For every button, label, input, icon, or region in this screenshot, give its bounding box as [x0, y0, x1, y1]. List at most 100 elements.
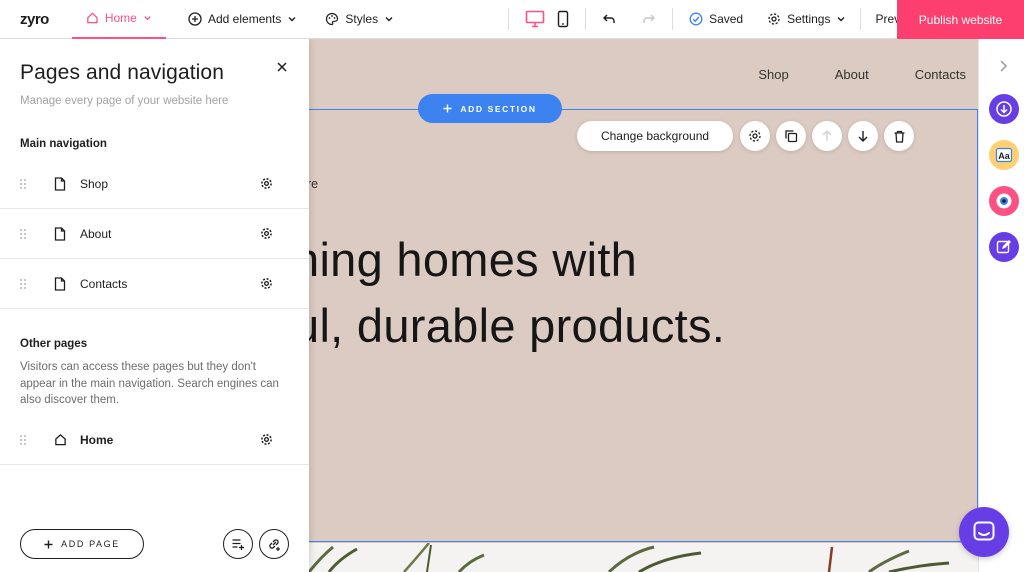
plus-icon — [44, 540, 53, 548]
nav-page-row-contacts[interactable]: Contacts — [0, 259, 309, 309]
drag-handle-icon[interactable] — [19, 434, 27, 446]
change-background-button[interactable]: Change background — [577, 121, 733, 151]
eyeball-icon — [996, 193, 1012, 209]
hero-eyebrow-text[interactable]: re — [309, 177, 318, 191]
arrow-up-icon — [822, 130, 832, 141]
delete-section-button[interactable] — [884, 121, 914, 151]
chevron-down-icon — [288, 17, 296, 22]
download-circle-icon[interactable] — [989, 94, 1019, 124]
pencil-square-icon — [996, 240, 1011, 254]
svg-text:Aa: Aa — [998, 151, 1010, 161]
pages-navigation-panel: Pages and navigation Manage every page o… — [0, 39, 309, 572]
chat-icon — [973, 521, 995, 541]
drag-handle-icon[interactable] — [19, 178, 27, 190]
home-page-dropdown[interactable]: Home — [72, 0, 166, 39]
add-page-label: ADD PAGE — [61, 539, 120, 549]
add-elements-button[interactable]: Add elements — [174, 0, 311, 39]
redo-icon[interactable] — [642, 12, 656, 26]
nav-page-row-about[interactable]: About — [0, 209, 309, 259]
drag-handle-icon[interactable] — [19, 278, 27, 290]
add-page-button[interactable]: ADD PAGE — [20, 529, 144, 559]
other-pages-description: Visitors can access these pages but they… — [20, 361, 279, 406]
publish-website-button[interactable]: Publish website — [897, 0, 1024, 39]
device-switcher — [509, 0, 585, 39]
gear-icon[interactable] — [260, 433, 273, 446]
page-icon — [54, 276, 66, 291]
chevron-right-icon[interactable] — [998, 59, 1008, 73]
other-page-row-home[interactable]: Home — [0, 415, 309, 465]
support-chat-button[interactable] — [959, 507, 1009, 557]
site-navigation: Shop About Contacts — [758, 67, 966, 82]
chevron-down-icon — [837, 17, 845, 22]
add-elements-label: Add elements — [208, 12, 282, 26]
download-icon — [996, 101, 1012, 117]
hero-headline-line-2: ul, durable products. — [309, 299, 726, 352]
check-circle-icon — [689, 12, 703, 26]
panel-title: Pages and navigation — [20, 61, 224, 84]
site-nav-about[interactable]: About — [835, 67, 869, 82]
undo-icon[interactable] — [602, 12, 616, 26]
home-icon — [87, 12, 98, 24]
text-aa-icon: Aa — [995, 147, 1013, 163]
gear-icon — [768, 13, 780, 25]
nav-page-label: About — [80, 226, 112, 241]
page-icon — [54, 176, 66, 191]
nav-page-label: Shop — [80, 176, 109, 191]
page-icon — [54, 226, 66, 241]
move-section-up-button[interactable] — [812, 121, 842, 151]
gear-icon — [749, 130, 761, 142]
nav-page-label: Contacts — [80, 276, 128, 291]
other-page-label: Home — [80, 432, 114, 447]
chevron-down-icon — [385, 17, 393, 22]
plant-leaves-graphic — [309, 542, 950, 572]
palette-icon — [326, 12, 339, 26]
settings-button[interactable]: Settings — [757, 0, 860, 39]
add-section-label: ADD SECTION — [460, 103, 537, 114]
typography-icon[interactable]: Aa — [989, 140, 1019, 170]
edit-icon[interactable] — [989, 232, 1019, 262]
site-nav-contacts[interactable]: Contacts — [915, 67, 966, 82]
chevron-down-icon — [144, 16, 151, 21]
editor-canvas[interactable]: Shop About Contacts ADD SECTION Change b… — [309, 39, 978, 572]
eye-icon[interactable] — [989, 186, 1019, 216]
section-settings-button[interactable] — [740, 121, 770, 151]
styles-label: Styles — [345, 12, 379, 26]
main-navigation-heading: Main navigation — [20, 138, 107, 150]
top-toolbar: zyro Home Add elements Styles Saved Sett… — [0, 0, 1024, 39]
zyro-logo[interactable]: zyro — [0, 11, 72, 28]
gear-icon[interactable] — [260, 227, 273, 240]
hero-headline[interactable]: ning homes with ul, durable products. — [309, 227, 725, 359]
add-dropdown-button[interactable] — [223, 529, 253, 559]
link-add-icon — [269, 539, 280, 551]
other-pages-heading: Other pages — [20, 338, 88, 350]
site-nav-shop[interactable]: Shop — [758, 67, 788, 82]
gear-icon[interactable] — [260, 177, 273, 190]
duplicate-icon — [785, 130, 798, 143]
plus-circle-icon — [188, 12, 202, 26]
right-tool-rail: Aa — [978, 39, 1024, 572]
home-icon — [55, 433, 66, 446]
drag-handle-icon[interactable] — [19, 228, 27, 240]
panel-subtitle: Manage every page of your website here — [20, 95, 229, 107]
plus-icon — [443, 104, 452, 113]
saved-status: Saved — [673, 0, 757, 39]
plant-image[interactable] — [309, 542, 978, 572]
hero-headline-line-1: ning homes with — [309, 233, 638, 286]
styles-button[interactable]: Styles — [311, 0, 408, 39]
saved-label: Saved — [709, 12, 744, 26]
mobile-icon[interactable] — [557, 10, 569, 28]
desktop-icon[interactable] — [525, 10, 545, 28]
nav-page-row-shop[interactable]: Shop — [0, 159, 309, 209]
home-page-label: Home — [104, 11, 137, 25]
gear-icon[interactable] — [260, 277, 273, 290]
settings-label: Settings — [787, 12, 831, 26]
add-section-button[interactable]: ADD SECTION — [418, 94, 562, 123]
add-link-button[interactable] — [259, 529, 289, 559]
duplicate-section-button[interactable] — [776, 121, 806, 151]
trash-icon — [894, 130, 904, 143]
close-icon[interactable] — [274, 59, 290, 75]
history-controls — [586, 0, 672, 39]
arrow-down-icon — [858, 131, 868, 142]
list-add-icon — [232, 539, 244, 550]
move-section-down-button[interactable] — [848, 121, 878, 151]
